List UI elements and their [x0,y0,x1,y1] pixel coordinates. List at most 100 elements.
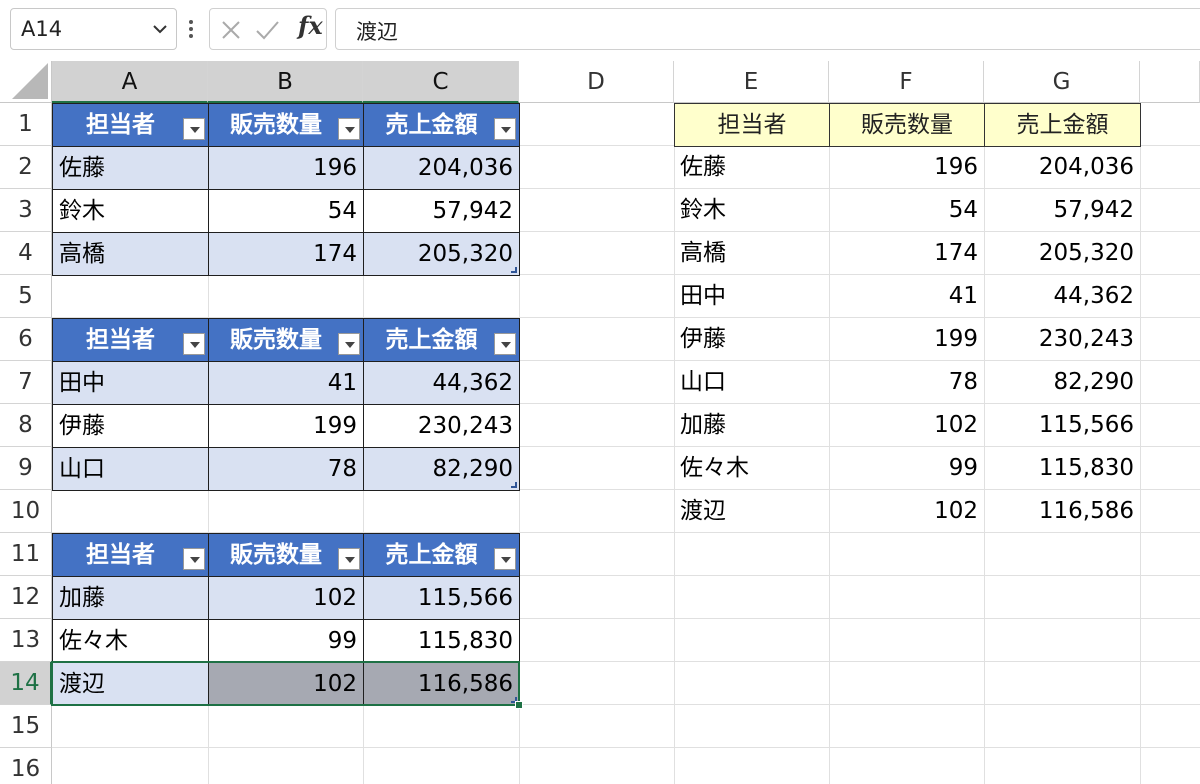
table-cell-name[interactable]: 渡辺 [52,662,209,706]
table-header-cell[interactable]: 売上金額 [363,103,520,147]
table-cell-name[interactable]: 佐々木 [52,619,209,663]
table-cell-qty[interactable]: 174 [208,232,364,276]
combined-cell-amount[interactable]: 204,036 [984,146,1140,189]
combined-cell-qty[interactable]: 174 [829,232,984,275]
filter-dropdown-icon[interactable] [338,548,360,570]
select-all-button[interactable] [0,61,52,103]
filter-dropdown-icon[interactable] [183,118,205,140]
fill-handle[interactable] [515,701,523,709]
row-header-10[interactable]: 10 [0,490,52,533]
combined-cell-name[interactable]: 加藤 [674,404,829,447]
table-cell-amount[interactable]: 57,942 [363,189,520,233]
row-header-13[interactable]: 13 [0,619,52,662]
combined-cell-amount[interactable]: 115,566 [984,404,1140,447]
cancel-icon[interactable] [216,15,246,45]
row-header-5[interactable]: 5 [0,275,52,318]
column-header-b[interactable]: B [208,61,363,103]
combined-header-cell[interactable]: 売上金額 [984,103,1141,147]
row-header-7[interactable]: 7 [0,361,52,404]
table-cell-name[interactable]: 鈴木 [52,189,209,233]
column-header-c[interactable]: C [363,61,519,103]
filter-dropdown-icon[interactable] [183,333,205,355]
table-cell-name[interactable]: 山口 [52,447,209,491]
table-header-cell[interactable]: 販売数量 [208,533,364,577]
row-header-16[interactable]: 16 [0,748,52,784]
combined-cell-name[interactable]: 渡辺 [674,490,829,533]
filter-dropdown-icon[interactable] [494,548,516,570]
combined-cell-name[interactable]: 田中 [674,275,829,318]
combined-cell-amount[interactable]: 116,586 [984,490,1140,533]
table-header-cell[interactable]: 販売数量 [208,318,364,362]
combined-cell-qty[interactable]: 99 [829,447,984,490]
row-header-4[interactable]: 4 [0,232,52,275]
table-cell-amount[interactable]: 115,830 [363,619,520,663]
combined-cell-qty[interactable]: 199 [829,318,984,361]
table-header-cell[interactable]: 担当者 [52,318,209,362]
combined-cell-amount[interactable]: 82,290 [984,361,1140,404]
table-cell-qty[interactable]: 99 [208,619,364,663]
row-header-8[interactable]: 8 [0,404,52,447]
table-cell-qty[interactable]: 41 [208,361,364,405]
combined-header-cell[interactable]: 販売数量 [829,103,985,147]
chevron-down-icon[interactable] [150,19,170,39]
filter-dropdown-icon[interactable] [338,333,360,355]
table-cell-name[interactable]: 伊藤 [52,404,209,448]
column-header-a[interactable]: A [52,61,208,103]
enter-check-icon[interactable] [252,15,282,45]
filter-dropdown-icon[interactable] [183,548,205,570]
combined-cell-name[interactable]: 山口 [674,361,829,404]
column-header-f[interactable]: F [829,61,984,103]
column-header-blank[interactable] [1140,61,1200,103]
table-cell-amount[interactable]: 230,243 [363,404,520,448]
name-box[interactable]: A14 [10,8,177,50]
combined-cell-qty[interactable]: 102 [829,404,984,447]
formula-input[interactable]: 渡辺 [335,8,1200,50]
combined-cell-name[interactable]: 高橋 [674,232,829,275]
filter-dropdown-icon[interactable] [494,333,516,355]
table-header-cell[interactable]: 担当者 [52,533,209,577]
combined-cell-name[interactable]: 佐藤 [674,146,829,189]
filter-dropdown-icon[interactable] [338,118,360,140]
table-cell-qty[interactable]: 102 [208,662,364,706]
table-cell-amount[interactable]: 115,566 [363,576,520,620]
more-options-icon[interactable] [186,12,196,46]
combined-cell-amount[interactable]: 205,320 [984,232,1140,275]
row-header-3[interactable]: 3 [0,189,52,232]
filter-dropdown-icon[interactable] [494,118,516,140]
table-resize-handle[interactable] [511,482,517,488]
table-cell-qty[interactable]: 199 [208,404,364,448]
table-header-cell[interactable]: 担当者 [52,103,209,147]
insert-function-button[interactable]: fx [298,11,323,40]
combined-header-cell[interactable]: 担当者 [674,103,830,147]
table-cell-name[interactable]: 加藤 [52,576,209,620]
table-cell-name[interactable]: 田中 [52,361,209,405]
table-cell-amount[interactable]: 116,586 [363,662,520,706]
row-header-9[interactable]: 9 [0,447,52,490]
combined-cell-amount[interactable]: 44,362 [984,275,1140,318]
row-header-12[interactable]: 12 [0,576,52,619]
table-cell-name[interactable]: 高橋 [52,232,209,276]
combined-cell-amount[interactable]: 115,830 [984,447,1140,490]
table-cell-amount[interactable]: 205,320 [363,232,520,276]
column-header-e[interactable]: E [674,61,829,103]
table-header-cell[interactable]: 売上金額 [363,533,520,577]
table-header-cell[interactable]: 売上金額 [363,318,520,362]
column-header-d[interactable]: D [519,61,674,103]
combined-cell-qty[interactable]: 78 [829,361,984,404]
row-header-15[interactable]: 15 [0,705,52,748]
row-header-2[interactable]: 2 [0,146,52,189]
combined-cell-qty[interactable]: 196 [829,146,984,189]
combined-cell-name[interactable]: 佐々木 [674,447,829,490]
table-cell-qty[interactable]: 54 [208,189,364,233]
row-header-11[interactable]: 11 [0,533,52,576]
table-cell-qty[interactable]: 78 [208,447,364,491]
table-cell-qty[interactable]: 196 [208,146,364,190]
combined-cell-qty[interactable]: 54 [829,189,984,232]
table-cell-qty[interactable]: 102 [208,576,364,620]
table-cell-name[interactable]: 佐藤 [52,146,209,190]
combined-cell-qty[interactable]: 102 [829,490,984,533]
row-header-1[interactable]: 1 [0,103,52,146]
table-cell-amount[interactable]: 44,362 [363,361,520,405]
row-header-14[interactable]: 14 [0,662,52,705]
table-cell-amount[interactable]: 82,290 [363,447,520,491]
